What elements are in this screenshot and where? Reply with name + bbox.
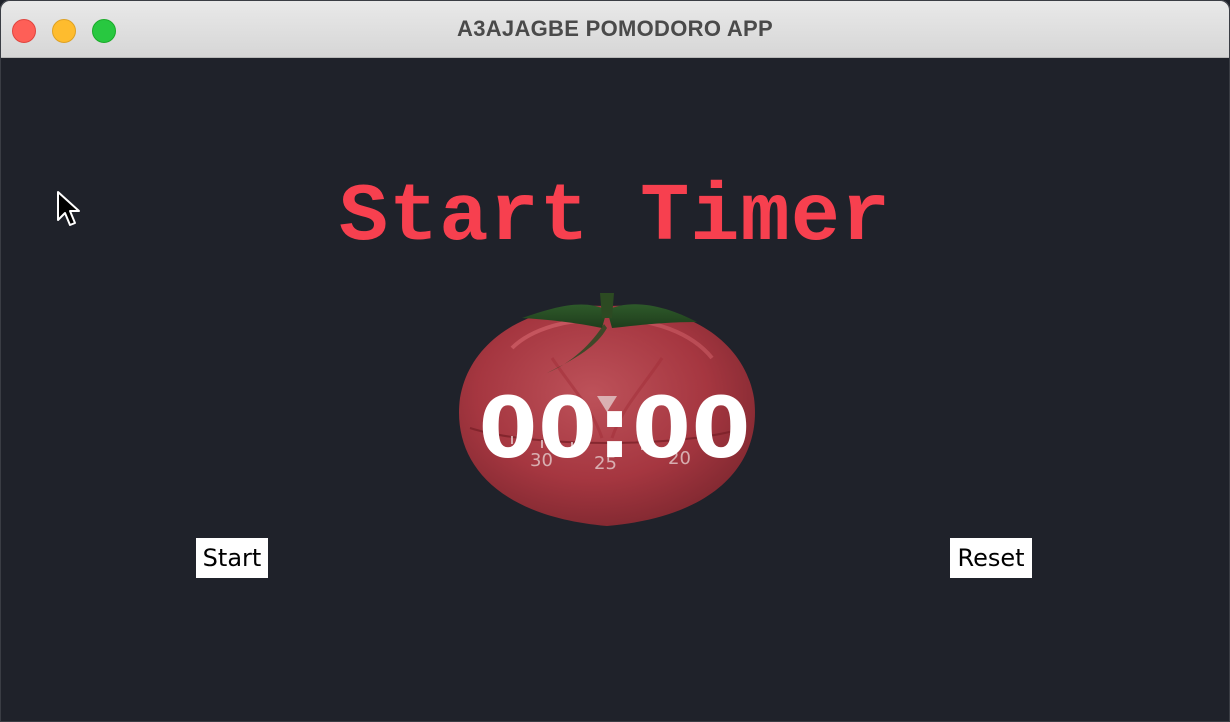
- mouse-pointer-icon: [57, 191, 80, 226]
- title-bar[interactable]: A3AJAGBE POMODORO APP: [0, 0, 1230, 58]
- app-content: Start Timer 30 25 20 00:00 Start Reset: [0, 58, 1230, 722]
- reset-button[interactable]: Reset: [950, 538, 1032, 578]
- start-button[interactable]: Start: [196, 538, 268, 578]
- window-title: A3AJAGBE POMODORO APP: [457, 16, 773, 41]
- status-heading: Start Timer: [338, 171, 892, 264]
- timer-display: 00:00: [478, 379, 752, 477]
